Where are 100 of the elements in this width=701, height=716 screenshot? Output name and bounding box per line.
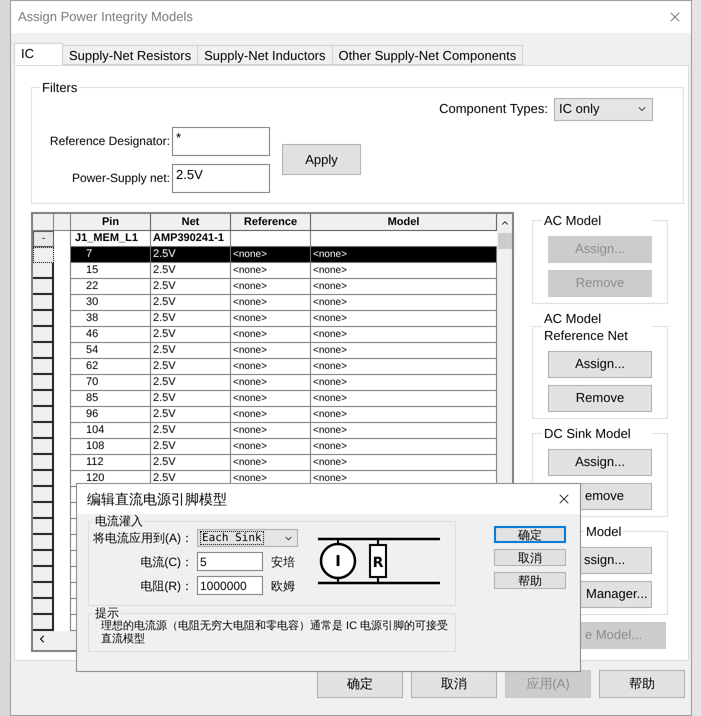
table-cell: 62 [71, 358, 151, 374]
field-label: 将电流应用到(A)： [92, 530, 193, 547]
unit-label: 安培 [271, 554, 295, 570]
column-header[interactable]: Model [311, 214, 497, 230]
row-header[interactable] [33, 358, 54, 374]
collapse-button[interactable]: - [33, 230, 54, 246]
table-cell: 2.5V [151, 438, 231, 454]
input-field[interactable]: 2.5V [172, 164, 270, 192]
button[interactable]: 取消 [411, 670, 497, 698]
apply-button[interactable]: Apply [282, 144, 361, 175]
row-header[interactable] [33, 502, 54, 518]
row-header[interactable] [33, 614, 54, 630]
table-cell: 2.5V [151, 374, 231, 390]
button[interactable]: 确定 [494, 526, 566, 543]
table-cell: <none> [311, 310, 497, 326]
table-cell: <none> [231, 406, 311, 422]
table-cell: <none> [311, 278, 497, 294]
column-header[interactable]: Reference [231, 214, 311, 230]
table-row[interactable]: 108 2.5V <none> <none> [33, 438, 497, 454]
table-cell: 2.5V [151, 262, 231, 278]
table-row[interactable]: 46 2.5V <none> <none> [33, 326, 497, 342]
row-header[interactable] [33, 454, 54, 470]
table-cell: <none> [311, 342, 497, 358]
tab[interactable]: Other Supply-Net Components [332, 45, 524, 65]
table-cell: 7 [71, 246, 151, 262]
table-cell: <none> [231, 342, 311, 358]
row-header[interactable] [33, 342, 54, 358]
row-header[interactable] [33, 262, 54, 278]
table-row[interactable]: 62 2.5V <none> <none> [33, 358, 497, 374]
table-row[interactable]: 22 2.5V <none> <none> [33, 278, 497, 294]
table-cell: <none> [311, 326, 497, 342]
button[interactable]: 帮助 [494, 572, 566, 589]
row-header[interactable] [33, 486, 54, 502]
row-header[interactable] [33, 438, 54, 454]
row-header[interactable] [33, 310, 54, 326]
table-row[interactable]: 112 2.5V <none> <none> [33, 454, 497, 470]
apply-to-dropdown[interactable]: Each Sink [197, 529, 298, 547]
button[interactable]: Assign... [548, 350, 652, 378]
row-header[interactable] [33, 550, 54, 566]
row-header[interactable] [33, 294, 54, 310]
table-cell: 54 [71, 342, 151, 358]
window-title: Assign Power Integrity Models [18, 8, 193, 26]
group-title: Model [585, 522, 622, 540]
row-header[interactable] [33, 278, 54, 294]
table-row[interactable]: 70 2.5V <none> <none> [33, 374, 497, 390]
table-cell: <none> [311, 374, 497, 390]
table-cell: <none> [311, 390, 497, 406]
table-cell: <none> [231, 374, 311, 390]
table-cell: <none> [311, 262, 497, 278]
table-cell: 2.5V [151, 246, 231, 262]
input-field[interactable]: 1000000 [197, 576, 263, 595]
row-header[interactable] [33, 518, 54, 534]
tab[interactable]: IC [14, 43, 63, 65]
group-title: AC Model Reference Net [543, 310, 629, 344]
button[interactable]: Assign... [548, 448, 652, 476]
tab[interactable]: Supply-Net Inductors [197, 45, 333, 65]
component-types-dropdown[interactable]: IC only [554, 98, 653, 120]
button[interactable]: 确定 [317, 670, 403, 698]
row-header[interactable] [33, 326, 54, 342]
table-cell: <none> [231, 422, 311, 438]
table-cell: <none> [311, 294, 497, 310]
column-header[interactable]: Pin [71, 214, 151, 230]
table-cell: 2.5V [151, 294, 231, 310]
table-row[interactable]: 54 2.5V <none> <none> [33, 342, 497, 358]
row-header[interactable] [33, 390, 54, 406]
table-cell: 2.5V [151, 358, 231, 374]
row-header[interactable] [33, 422, 54, 438]
column-header[interactable]: Net [151, 214, 231, 230]
table-cell: 30 [71, 294, 151, 310]
scroll-thumb[interactable] [498, 232, 512, 248]
button[interactable]: 帮助 [599, 670, 685, 698]
row-header[interactable] [33, 582, 54, 598]
row-header[interactable] [33, 566, 54, 582]
input-field[interactable]: * [172, 126, 270, 156]
row-header[interactable] [33, 470, 54, 486]
button[interactable]: Remove [548, 384, 652, 412]
table-row[interactable]: 96 2.5V <none> <none> [33, 406, 497, 422]
row-header[interactable] [33, 406, 54, 422]
row-header[interactable] [33, 246, 54, 262]
tab[interactable]: Supply-Net Resistors [62, 45, 198, 65]
table-cell: 2.5V [151, 278, 231, 294]
table-row[interactable]: 104 2.5V <none> <none> [33, 422, 497, 438]
table-cell: 96 [71, 406, 151, 422]
table-cell: <none> [311, 406, 497, 422]
table-row[interactable]: 7 2.5V <none> <none> [33, 246, 497, 262]
row-header[interactable] [33, 374, 54, 390]
field-label: Power-Supply net: [70, 170, 170, 187]
field-label: Component Types: [439, 100, 548, 118]
field-label: 电流(C)： [139, 554, 193, 570]
table-row[interactable]: 85 2.5V <none> <none> [33, 390, 497, 406]
button[interactable]: 取消 [494, 549, 566, 566]
row-header[interactable] [33, 598, 54, 614]
table-cell: <none> [231, 294, 311, 310]
table-row[interactable]: 30 2.5V <none> <none> [33, 294, 497, 310]
input-field[interactable]: 5 [197, 552, 263, 571]
table-cell: <none> [311, 454, 497, 470]
row-header[interactable] [33, 534, 54, 550]
field-label: Reference Designator: [48, 133, 170, 150]
table-row[interactable]: 38 2.5V <none> <none> [33, 310, 497, 326]
table-row[interactable]: 15 2.5V <none> <none> [33, 262, 497, 278]
